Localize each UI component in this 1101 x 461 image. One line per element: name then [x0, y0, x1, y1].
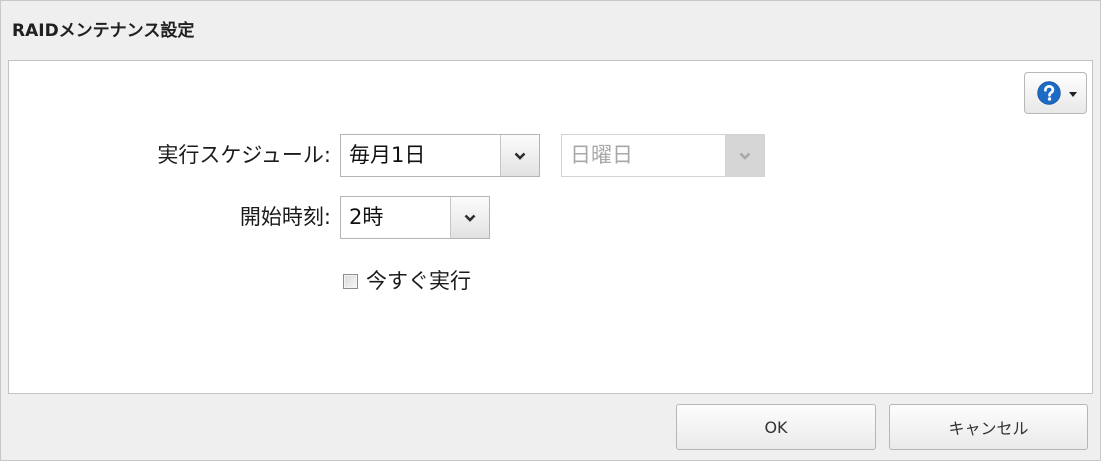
start-time-label: 開始時刻: — [239, 205, 331, 229]
cancel-button[interactable]: キャンセル — [889, 404, 1088, 450]
schedule-select[interactable]: 毎月1日 — [340, 134, 540, 177]
help-menu-button[interactable] — [1024, 72, 1087, 114]
start-time-select[interactable]: 2時 — [340, 196, 490, 239]
schedule-select-value: 毎月1日 — [349, 143, 426, 167]
start-time-select-arrow[interactable] — [450, 197, 489, 238]
dialog-title: RAIDメンテナンス設定 — [12, 21, 195, 41]
help-icon — [1037, 81, 1061, 105]
ok-button[interactable]: OK — [676, 404, 876, 450]
dialog-titlebar: RAIDメンテナンス設定 — [1, 1, 1100, 60]
chevron-down-icon — [464, 214, 476, 222]
schedule-select-arrow[interactable] — [500, 135, 539, 176]
settings-panel: 実行スケジュール: 毎月1日 日曜日 開始時刻: 2時 今すぐ実行 — [8, 60, 1093, 394]
weekday-select-value: 日曜日 — [570, 143, 633, 167]
run-now-label: 今すぐ実行 — [366, 269, 471, 293]
chevron-down-icon — [739, 152, 751, 160]
run-now-checkbox[interactable] — [343, 273, 358, 289]
chevron-down-icon — [514, 152, 526, 160]
raid-maintenance-dialog: RAIDメンテナンス設定 実行スケジュール: 毎月1日 日曜日 開始時刻: 2時… — [0, 0, 1101, 461]
weekday-select[interactable]: 日曜日 — [561, 134, 765, 177]
dialog-footer: OK キャンセル — [1, 394, 1100, 460]
run-now-option[interactable]: 今すぐ実行 — [343, 265, 471, 297]
weekday-select-arrow[interactable] — [725, 135, 764, 176]
schedule-label: 実行スケジュール: — [157, 143, 331, 167]
start-time-select-value: 2時 — [349, 205, 384, 229]
caret-down-icon — [1069, 91, 1077, 97]
